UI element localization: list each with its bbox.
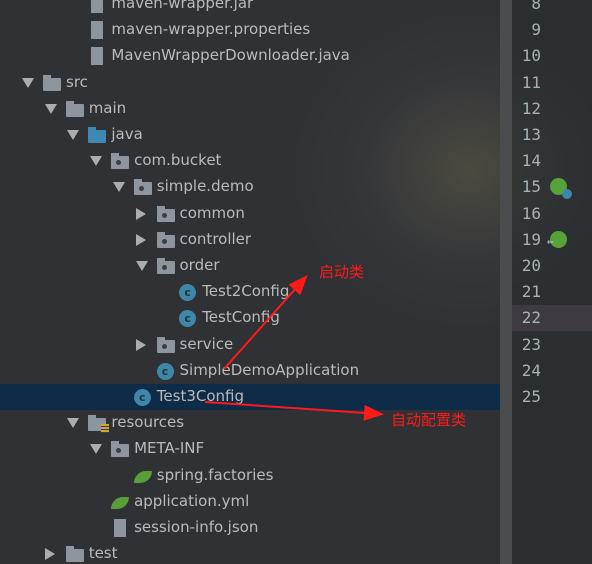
annotation-arrow-autoconfig [204,401,384,421]
annotation-layer [204,275,384,421]
annotation-startup-class: 启动类 [319,263,365,281]
annotation-auto-config-class: 自动配置类 [391,411,467,429]
annotation-arrow-startup [223,275,308,370]
ide-window: maven-wrapper.jar maven-wrapper.propertie… [0,0,592,564]
